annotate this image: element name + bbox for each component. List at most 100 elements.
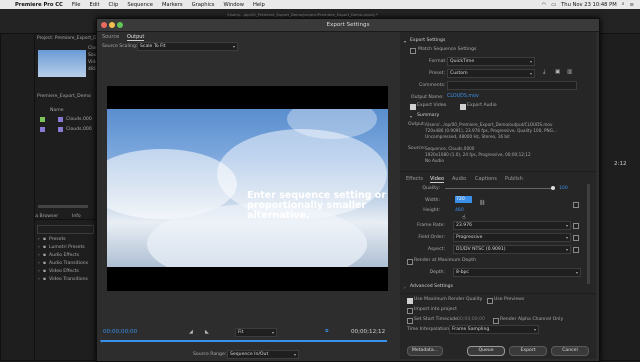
- render-max-depth-label: Render at Maximum Depth: [414, 258, 476, 263]
- export-audio-checkbox[interactable]: [460, 104, 466, 110]
- menu-clock[interactable]: Thu Nov 23 10:48 PM: [561, 2, 617, 8]
- item-color-label: [40, 127, 45, 132]
- aspect-select[interactable]: D1/DV NTSC (0.9091) ▾: [453, 245, 571, 254]
- height-input[interactable]: 480: [455, 208, 464, 213]
- comments-input[interactable]: [447, 81, 577, 90]
- tab-captions[interactable]: Captions: [475, 176, 497, 182]
- minimize-window-icon[interactable]: [109, 22, 115, 28]
- menu-window[interactable]: Window: [224, 2, 244, 8]
- clip-thumbnail[interactable]: [38, 50, 86, 77]
- frame-rate-label: Frame Rate:: [417, 223, 445, 228]
- output-name-link[interactable]: CLOUDS.mov: [447, 94, 479, 99]
- frame-rate-select[interactable]: 23.976 ▾: [453, 221, 571, 230]
- quality-value[interactable]: 100: [559, 186, 568, 191]
- export-button[interactable]: Export: [509, 346, 547, 356]
- effects-folder[interactable]: › ▪ Presets: [38, 235, 94, 243]
- menu-markers[interactable]: Markers: [162, 2, 183, 8]
- playhead-icon[interactable]: ▾: [100, 338, 103, 345]
- menu-app-name[interactable]: Premiere Pro CC: [15, 2, 63, 8]
- summary-collapse-icon[interactable]: ▾: [410, 114, 412, 119]
- wifi-icon[interactable]: ◠: [542, 2, 547, 8]
- source-range-select[interactable]: Sequence In/Out ▾: [227, 350, 299, 359]
- format-select[interactable]: QuickTime ▾: [447, 57, 535, 66]
- project-item-2[interactable]: Clouds.000: [66, 127, 92, 132]
- cancel-button[interactable]: Cancel: [551, 346, 589, 356]
- preset-select[interactable]: Custom ▾: [447, 69, 535, 78]
- name-column-header[interactable]: Name: [50, 108, 64, 113]
- queue-button[interactable]: Queue: [467, 346, 505, 356]
- dialog-title-bar: Export Settings: [97, 19, 599, 32]
- dialog-title: Export Settings: [326, 22, 370, 28]
- menu-edit[interactable]: Edit: [90, 2, 100, 8]
- field-order-override-checkbox[interactable]: [573, 235, 579, 241]
- format-label: Format:: [429, 59, 447, 64]
- effects-folder[interactable]: › ▪ Audio Transitions: [38, 259, 94, 267]
- start-timecode-value[interactable]: 00;00;00;00: [457, 317, 485, 322]
- advanced-collapse-icon[interactable]: ›: [404, 285, 406, 290]
- field-order-select[interactable]: Progressive ▾: [453, 233, 571, 242]
- quality-slider-handle[interactable]: [551, 186, 555, 190]
- info-tab[interactable]: Info: [72, 214, 81, 219]
- tab-publish[interactable]: Publish: [505, 176, 523, 182]
- use-previews-label: Use Previews: [494, 297, 525, 302]
- frame-rate-override-checkbox[interactable]: [573, 223, 579, 229]
- program-timecode: 2:12: [614, 161, 627, 167]
- source-scaling-select[interactable]: Scale To Fit ▾: [137, 42, 238, 51]
- chain-link-icon[interactable]: ⛓: [479, 200, 485, 206]
- effects-folder[interactable]: › ▪ Lumetri Presets: [38, 243, 94, 251]
- time-interpolation-value: Frame Sampling: [452, 327, 490, 332]
- width-override-checkbox[interactable]: [573, 202, 579, 208]
- metadata-button[interactable]: Metadata...: [407, 346, 443, 356]
- project-scrollbar[interactable]: [38, 205, 88, 208]
- menu-sequence[interactable]: Sequence: [127, 2, 153, 8]
- tab-effects[interactable]: Effects: [406, 176, 423, 182]
- zoom-window-icon[interactable]: [117, 22, 123, 28]
- match-sequence-label: Match Sequence Settings: [418, 47, 477, 52]
- aspect-toggle-icon[interactable]: ⧈: [325, 328, 329, 335]
- battery-icon[interactable]: ▭: [551, 2, 556, 8]
- project-item-1[interactable]: Clouds.000: [66, 117, 92, 122]
- effects-folder[interactable]: › ▪ Video Effects: [38, 267, 94, 275]
- notifications-icon[interactable]: ≡: [630, 2, 634, 8]
- render-alpha-checkbox[interactable]: [493, 318, 499, 324]
- spotlight-icon[interactable]: ⌕: [622, 1, 625, 8]
- match-sequence-checkbox[interactable]: [410, 48, 416, 54]
- import-preset-icon[interactable]: ▣: [555, 69, 560, 75]
- quality-slider-track[interactable]: [445, 188, 553, 189]
- depth-select[interactable]: 8-bpc ▾: [453, 268, 581, 277]
- menu-clip[interactable]: Clip: [109, 2, 119, 8]
- menu-file[interactable]: File: [72, 2, 81, 8]
- timeline-range-bar[interactable]: [102, 340, 387, 342]
- delete-preset-icon[interactable]: ▥: [567, 69, 572, 75]
- use-previews-checkbox[interactable]: [487, 298, 493, 304]
- save-preset-icon[interactable]: ⤓: [543, 69, 545, 76]
- effects-folder[interactable]: › ▪ Audio Effects: [38, 251, 94, 259]
- media-browser-tab[interactable]: ia Browser: [34, 214, 58, 219]
- width-input[interactable]: 720: [455, 196, 472, 203]
- use-max-quality-checkbox[interactable]: [407, 298, 413, 304]
- timecode-start[interactable]: 00;00;00;00: [103, 329, 137, 335]
- set-start-timecode-checkbox[interactable]: [407, 318, 413, 324]
- effects-folder[interactable]: › ▪ Video Transitions: [38, 275, 94, 283]
- import-into-project-checkbox[interactable]: [407, 308, 413, 314]
- aspect-override-checkbox[interactable]: [573, 247, 579, 253]
- render-max-depth-checkbox[interactable]: [407, 259, 413, 265]
- export-video-checkbox[interactable]: [410, 104, 416, 110]
- tab-audio[interactable]: Audio: [452, 176, 466, 182]
- mark-out-icon[interactable]: ◣: [205, 329, 209, 335]
- export-settings-header: Export Settings: [410, 38, 446, 43]
- mark-in-icon[interactable]: ◢: [189, 329, 193, 335]
- tab-video[interactable]: Video: [430, 176, 445, 183]
- output-tab[interactable]: Output: [127, 34, 145, 41]
- menu-help[interactable]: Help: [253, 2, 265, 8]
- chevron-down-icon: ▾: [529, 71, 532, 76]
- zoom-fit-select[interactable]: Fit ▾: [235, 328, 277, 337]
- effects-search-input[interactable]: [37, 225, 94, 234]
- menu-graphics[interactable]: Graphics: [192, 2, 215, 8]
- close-window-icon[interactable]: [101, 22, 107, 28]
- source-tab[interactable]: Source: [102, 34, 119, 40]
- collapse-icon[interactable]: ▾: [404, 39, 406, 44]
- project-file-name: Premiere_Export_Demo: [37, 94, 91, 99]
- settings-scrollbar[interactable]: [587, 184, 590, 284]
- time-interpolation-select[interactable]: Frame Sampling ▾: [449, 325, 539, 334]
